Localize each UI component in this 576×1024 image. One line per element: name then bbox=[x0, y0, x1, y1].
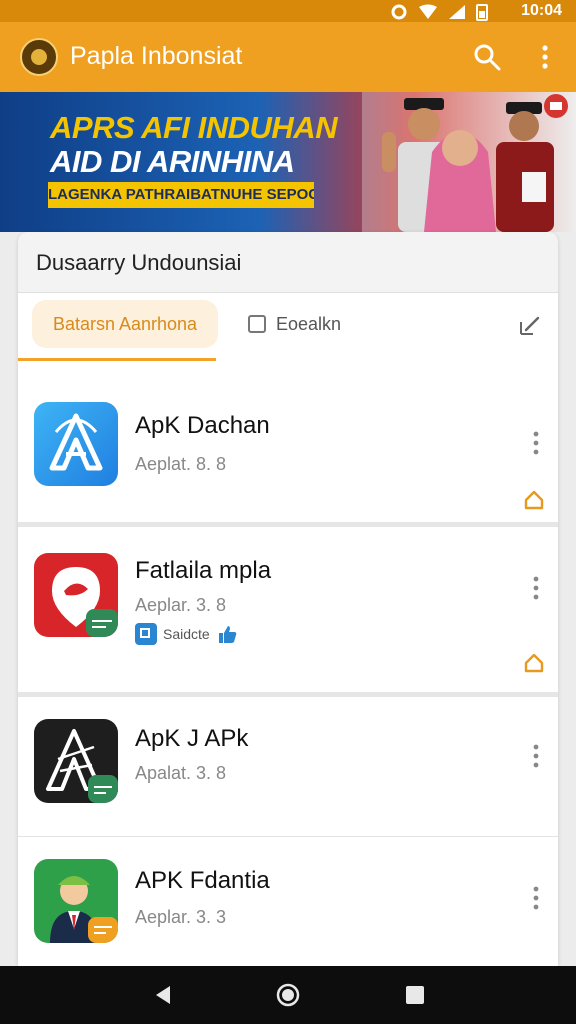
app-icon-1 bbox=[34, 402, 118, 486]
battery-icon bbox=[476, 4, 488, 21]
sheet-header: Dusaarry Undounsiai bbox=[18, 232, 558, 293]
more-vert-icon[interactable] bbox=[526, 885, 546, 911]
app-icon-4 bbox=[34, 859, 118, 943]
checkbox-icon bbox=[248, 315, 266, 333]
more-vert-icon[interactable] bbox=[530, 42, 560, 72]
app-name: ApK Dachan bbox=[135, 412, 270, 439]
tab-second-label: Eoealkn bbox=[276, 313, 342, 334]
rating-label: Saidcte bbox=[163, 626, 210, 642]
thumbs-up-icon[interactable] bbox=[216, 623, 238, 645]
app-icon-2 bbox=[34, 553, 118, 637]
tab-featured[interactable]: Batarsn Aanrhona bbox=[32, 300, 218, 348]
home-icon[interactable] bbox=[524, 653, 544, 673]
wifi-icon bbox=[419, 4, 437, 19]
tab-bar: Batarsn Aanrhona Eoealkn bbox=[18, 292, 558, 363]
edit-icon[interactable] bbox=[518, 314, 542, 338]
app-version: Apalat. 3. 8 bbox=[135, 763, 227, 783]
app-name: ApK J APk bbox=[135, 725, 249, 752]
promo-banner[interactable]: APRS AFI INDUHAN AID DI ARINHINA LAGENKA… bbox=[0, 92, 576, 232]
system-nav-bar bbox=[0, 966, 576, 1024]
sheet-title: Dusaarry Undounsiai bbox=[36, 250, 242, 275]
sync-icon bbox=[391, 4, 407, 20]
search-icon[interactable] bbox=[472, 42, 502, 72]
status-bar: 10:04 bbox=[0, 0, 576, 22]
app-list-sheet: Dusaarry Undounsiai Batarsn Aanrhona Eoe… bbox=[18, 232, 558, 966]
status-time: 10:04 bbox=[521, 2, 562, 19]
banner-people-illustration bbox=[362, 92, 576, 232]
person-icon bbox=[50, 876, 118, 943]
app-logo bbox=[20, 38, 58, 76]
app-title: Papla Inbonsiat bbox=[70, 42, 243, 70]
tab-indicator bbox=[18, 358, 216, 361]
recents-icon[interactable] bbox=[402, 982, 428, 1008]
app-version: Aeplat. 8. 8 bbox=[135, 454, 227, 474]
list-item[interactable]: ApK J APk Apalat. 3. 8 bbox=[18, 697, 558, 837]
app-version: Aeplar. 3. 8 bbox=[135, 595, 227, 615]
back-icon[interactable] bbox=[150, 982, 176, 1008]
banner-strip: LAGENKA PATHRAIBATNUHE SEPOCANS bbox=[48, 182, 314, 208]
list-item[interactable]: Fatlaila mpla Aeplar. 3. 8 Saidcte bbox=[18, 527, 558, 697]
home-button-icon[interactable] bbox=[275, 982, 301, 1008]
tab-second[interactable]: Eoealkn bbox=[248, 300, 341, 348]
app-version: Aeplar. 3. 3 bbox=[135, 907, 227, 927]
app-bar: Papla Inbonsiat bbox=[0, 22, 576, 92]
badge-icon bbox=[135, 623, 157, 645]
list-item[interactable]: APK Fdantia Aeplar. 3. 3 bbox=[18, 837, 558, 966]
letter-a-icon bbox=[46, 729, 118, 803]
app-name: APK Fdantia bbox=[135, 867, 270, 894]
home-icon[interactable] bbox=[524, 490, 544, 510]
banner-headline-1: APRS AFI INDUHAN bbox=[50, 110, 338, 145]
more-vert-icon[interactable] bbox=[526, 575, 546, 601]
rating-row: Saidcte bbox=[135, 623, 238, 645]
letter-a-icon bbox=[49, 413, 103, 471]
app-name: Fatlaila mpla bbox=[135, 557, 272, 584]
more-vert-icon[interactable] bbox=[526, 743, 546, 769]
bird-pin-icon bbox=[52, 567, 118, 637]
list-item[interactable]: ApK Dachan Aeplat. 8. 8 bbox=[18, 362, 558, 527]
more-vert-icon[interactable] bbox=[526, 430, 546, 456]
banner-headline-2: AID DI ARINHINA bbox=[50, 144, 295, 179]
app-icon-3 bbox=[34, 719, 118, 803]
signal-icon bbox=[449, 5, 465, 19]
